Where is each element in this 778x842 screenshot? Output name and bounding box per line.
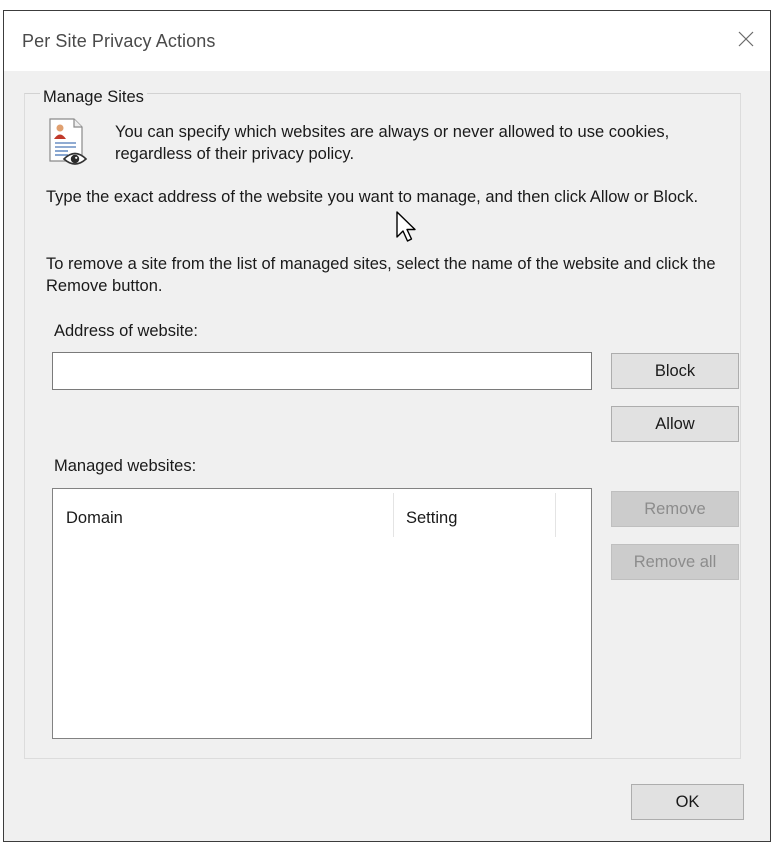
block-button[interactable]: Block bbox=[611, 353, 739, 389]
address-label: Address of website: bbox=[54, 322, 198, 340]
group-legend: Manage Sites bbox=[40, 88, 147, 107]
instruction-remove-text: To remove a site from the list of manage… bbox=[46, 255, 716, 295]
remove-all-button[interactable]: Remove all bbox=[611, 544, 739, 580]
column-divider[interactable] bbox=[555, 493, 556, 537]
managed-websites-list[interactable]: Domain Setting bbox=[52, 488, 592, 739]
ok-button[interactable]: OK bbox=[631, 784, 744, 820]
background-strip bbox=[0, 0, 778, 10]
column-header-setting[interactable]: Setting bbox=[406, 509, 457, 528]
screen: Per Site Privacy Actions Manage Sites Yo… bbox=[0, 0, 778, 842]
address-input[interactable] bbox=[52, 352, 592, 390]
list-header: Domain Setting bbox=[53, 489, 591, 539]
dialog-title: Per Site Privacy Actions bbox=[22, 31, 216, 51]
column-header-domain[interactable]: Domain bbox=[66, 509, 123, 528]
mouse-cursor-icon bbox=[396, 211, 416, 242]
remove-button[interactable]: Remove bbox=[611, 491, 739, 527]
title-bar: Per Site Privacy Actions bbox=[4, 11, 770, 71]
close-button[interactable] bbox=[726, 19, 766, 59]
intro-text: You can specify which websites are alway… bbox=[115, 123, 670, 163]
instruction-add-text: Type the exact address of the website yo… bbox=[46, 188, 699, 206]
privacy-document-eye-icon bbox=[49, 118, 88, 165]
column-divider[interactable] bbox=[393, 493, 394, 537]
managed-websites-label: Managed websites: bbox=[54, 457, 197, 475]
close-icon bbox=[738, 31, 754, 47]
allow-button[interactable]: Allow bbox=[611, 406, 739, 442]
